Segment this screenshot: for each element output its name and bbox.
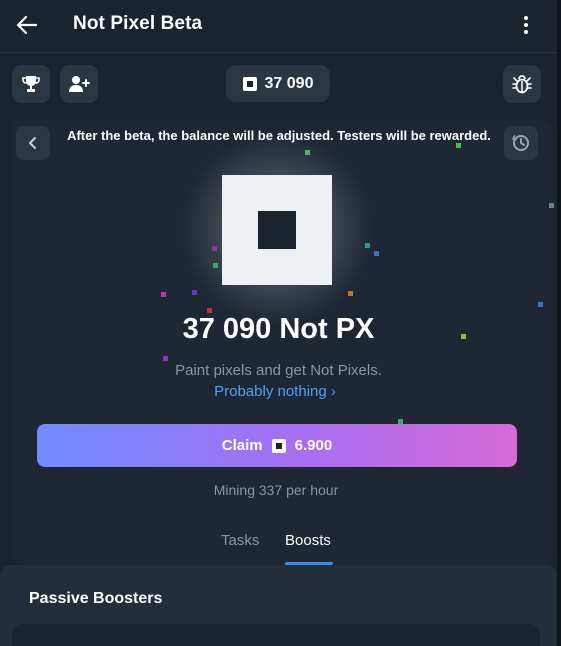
pixel-logo [222,175,332,285]
page-title: Not Pixel Beta [73,13,203,34]
app-header: Not Pixel Beta [0,0,557,53]
chevron-left-icon [29,137,36,149]
history-button[interactable] [504,126,538,160]
pixel-square-icon [271,438,286,453]
history-icon [512,135,529,151]
pixel-square-icon [242,76,257,91]
confetti-piece [213,263,218,268]
leaderboard-button[interactable] [12,65,50,103]
confetti-piece [192,290,197,295]
section-title: Passive Boosters [29,590,163,607]
booster-card[interactable] [12,624,540,646]
balance-amount: 37 090 Not PX [182,313,375,345]
confetti-piece [305,150,310,155]
balance-pill[interactable]: 37 090 [226,65,330,102]
confetti-piece [456,143,461,148]
confetti-piece [212,246,217,251]
confetti-piece [161,292,166,297]
confetti-piece [163,356,168,361]
balance-value: 37 090 [264,74,314,92]
confetti-piece [538,302,543,307]
confetti-piece [374,251,379,256]
confetti-piece [348,291,353,296]
prev-button[interactable] [16,126,50,160]
claim-label: Claim [221,437,263,454]
tagline: Paint pixels and get Not Pixels. [175,362,382,379]
bug-icon [512,75,532,94]
pixel-logo-core [258,211,296,249]
probably-nothing-link[interactable]: Probably nothing › [0,383,550,400]
invite-friend-button[interactable] [60,65,98,103]
trophy-icon [22,76,40,92]
kebab-icon[interactable] [516,14,536,36]
tab-boosts[interactable]: Boosts [285,532,331,549]
tab-tasks[interactable]: Tasks [221,532,259,549]
add-user-icon [69,76,90,92]
mining-rate: Mining 337 per hour [213,482,339,498]
debug-button[interactable] [503,65,541,103]
window-edge [557,0,561,646]
arrow-left-icon[interactable] [14,12,40,38]
confetti-piece [549,203,554,208]
claim-amount: 6.900 [294,437,333,454]
claim-button[interactable]: Claim 6.900 [37,424,517,467]
confetti-piece [365,243,370,248]
